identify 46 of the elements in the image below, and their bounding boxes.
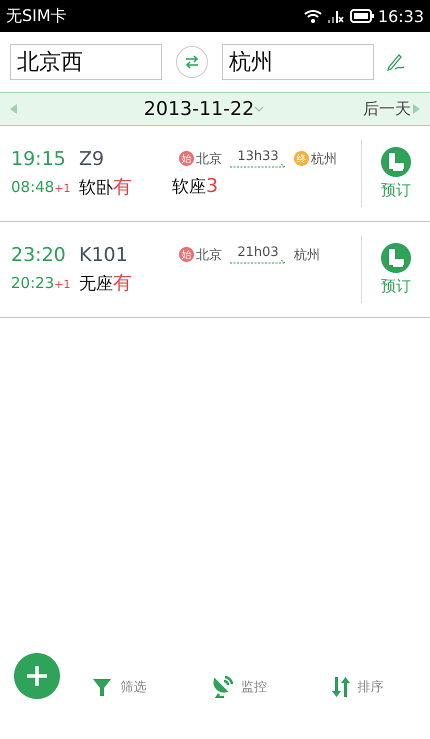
- station-badge: 始: [179, 151, 194, 166]
- station-badge: 始: [179, 247, 194, 262]
- wifi-icon: [304, 9, 322, 23]
- route-arrow-icon: [230, 164, 286, 168]
- station-name: 北京: [196, 150, 222, 168]
- swap-icon: [185, 55, 199, 69]
- seat-availability: 无座有: [79, 270, 133, 296]
- train-number: Z9: [79, 148, 106, 170]
- duration-label: 13h33: [237, 148, 279, 164]
- seat-icon: [381, 147, 411, 177]
- station-name: 杭州: [294, 246, 320, 264]
- station-name: 杭州: [311, 150, 337, 168]
- seat-availability: 软座3: [172, 175, 220, 198]
- departure-time: 19:15: [11, 148, 67, 170]
- add-button[interactable]: [14, 653, 60, 699]
- filter-icon: [92, 677, 112, 697]
- seat-icon: [381, 243, 411, 273]
- satellite-dish-icon: [210, 676, 233, 698]
- swap-button[interactable]: [176, 46, 208, 78]
- next-arrow-icon: [413, 104, 420, 114]
- station-name: 北京: [196, 246, 222, 264]
- date-label[interactable]: 2013-11-22: [144, 98, 254, 120]
- arrival-time: 20:23+1: [11, 274, 72, 292]
- carrier-label: 无SIM卡: [6, 6, 67, 26]
- pen-icon[interactable]: [386, 52, 406, 72]
- dropdown-caret-icon[interactable]: [254, 106, 264, 112]
- departure-time: 23:20: [11, 244, 67, 266]
- sort-icon: [332, 677, 350, 697]
- book-button[interactable]: 预订: [361, 236, 430, 303]
- book-button[interactable]: 预订: [361, 140, 430, 207]
- monitor-button[interactable]: 监控: [204, 675, 273, 699]
- from-station-field[interactable]: 北京西: [10, 44, 162, 80]
- signal-icon: [328, 9, 344, 23]
- arrival-time: 08:48+1: [11, 178, 72, 196]
- to-station-field[interactable]: 杭州: [222, 44, 374, 80]
- route-arrow-icon: [230, 260, 286, 264]
- next-day-button[interactable]: 后一天: [363, 98, 420, 120]
- battery-icon: [350, 9, 374, 23]
- seat-availability: 软卧有: [79, 174, 133, 200]
- sort-button[interactable]: 排序: [326, 675, 390, 699]
- plus-icon: [26, 665, 48, 687]
- filter-button[interactable]: 筛选: [86, 675, 152, 699]
- clock: 16:33: [378, 6, 424, 26]
- train-number: K101: [79, 244, 129, 266]
- station-badge: 终: [294, 151, 309, 166]
- duration-label: 21h03: [237, 244, 279, 260]
